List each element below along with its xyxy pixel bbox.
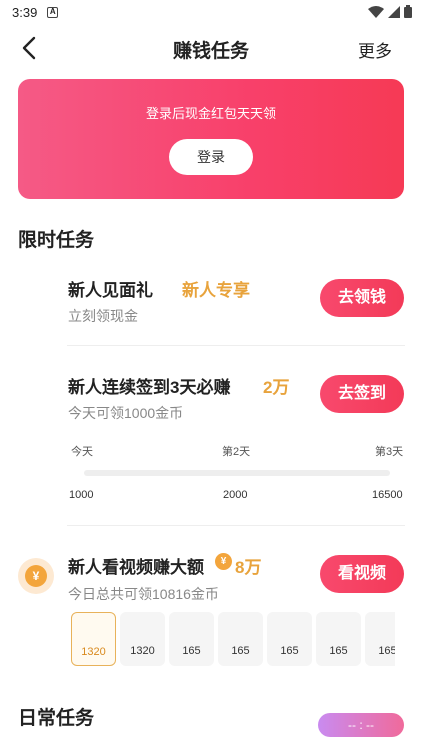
task-tag: 2万	[263, 378, 290, 397]
task-title: 新人见面礼	[68, 281, 153, 300]
progress-reward-value: 2000	[223, 489, 248, 501]
reward-card[interactable]: 1320	[71, 612, 116, 666]
banner-tip: 登录后现金红包天天领	[145, 106, 276, 121]
task-tag: 新人专享	[182, 281, 250, 300]
reward-card[interactable]: 165	[218, 612, 263, 666]
more-button[interactable]: 更多	[358, 37, 392, 62]
divider	[67, 525, 405, 526]
coin-badge-icon: ¥	[18, 558, 54, 594]
coin-icon: ¥	[215, 553, 232, 570]
video-reward-row: 1320 1320 165 165 165 165 165	[71, 612, 395, 666]
sign-in-button[interactable]: 去签到	[320, 375, 404, 413]
task-tag: 8万	[235, 558, 262, 577]
reward-card[interactable]: 165	[169, 612, 214, 666]
progress-day-label: 今天	[71, 446, 93, 458]
battery-icon	[404, 5, 412, 18]
task-subtitle: 今日总共可领10816金币	[68, 586, 219, 602]
task-subtitle: 今天可领1000金币	[68, 405, 184, 421]
claim-money-button[interactable]: 去领钱	[320, 279, 404, 317]
reward-card[interactable]: 1320	[120, 612, 165, 666]
login-banner: 登录后现金红包天天领 登录	[18, 79, 404, 199]
reward-card[interactable]: 165	[267, 612, 312, 666]
divider	[67, 345, 405, 346]
task-subtitle: 立刻领现金	[68, 308, 138, 324]
wifi-icon	[368, 5, 384, 18]
task-title: 新人连续签到3天必赚	[68, 378, 231, 397]
login-button[interactable]: 登录	[169, 139, 253, 175]
status-bar: 3:39 A	[0, 0, 422, 24]
signin-progress-track	[84, 470, 390, 476]
task-title: 新人看视频赚大额	[68, 558, 204, 577]
reward-card[interactable]: 165	[365, 612, 395, 666]
progress-day-label: 第2天	[222, 446, 251, 458]
daily-timer-badge: -- : --	[318, 713, 404, 737]
notification-icon: A	[47, 6, 59, 18]
progress-reward-value: 16500	[372, 489, 403, 501]
progress-reward-value: 1000	[69, 489, 94, 501]
nav-bar: 赚钱任务 更多	[0, 24, 422, 72]
section-title-daily: 日常任务	[18, 708, 95, 729]
signal-icon	[388, 5, 400, 18]
watch-video-button[interactable]: 看视频	[320, 555, 404, 593]
status-time: 3:39	[12, 4, 38, 20]
reward-card[interactable]: 165	[316, 612, 361, 666]
section-title-limited: 限时任务	[18, 230, 95, 251]
progress-day-label: 第3天	[375, 446, 404, 458]
